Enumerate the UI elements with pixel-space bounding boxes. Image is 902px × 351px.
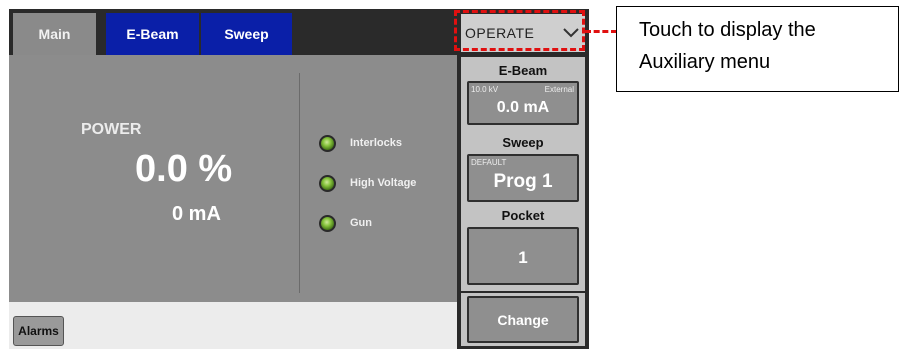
indicator-label: Gun xyxy=(350,217,372,229)
annotation-callout: Touch to display the Auxiliary menu xyxy=(616,6,899,92)
tab-ebeam[interactable]: E-Beam xyxy=(106,13,199,55)
ebeam-section-title: E-Beam xyxy=(498,63,548,78)
controller-screen: Main E-Beam Sweep POWER 0.0 % 0 mA Inter… xyxy=(9,9,589,349)
ebeam-mode: External xyxy=(544,85,574,94)
status-led-icon xyxy=(319,214,336,232)
sweep-program-value: Prog 1 xyxy=(493,171,553,192)
power-current-value: 0 mA xyxy=(172,203,221,225)
main-panel: POWER 0.0 % 0 mA Interlocks High Voltage… xyxy=(9,55,457,302)
pocket-button[interactable]: 1 xyxy=(467,227,579,285)
callout-line-2: Auxiliary menu xyxy=(639,51,771,73)
callout-connector xyxy=(585,30,617,33)
ebeam-kv: 10.0 kV xyxy=(471,85,499,94)
callout-line-1: Touch to display the xyxy=(639,19,816,41)
alarms-button[interactable]: Alarms xyxy=(13,316,64,346)
change-label: Change xyxy=(497,312,549,328)
power-percent-value: 0.0 % xyxy=(135,148,233,190)
right-column: OPERATE E-Beam 10.0 kV External 0.0 mA S… xyxy=(457,9,589,349)
indicator-label: High Voltage xyxy=(350,177,417,189)
change-panel: Change xyxy=(461,293,585,346)
ebeam-current-value: 0.0 mA xyxy=(496,99,550,116)
pocket-section-title: Pocket xyxy=(501,208,545,223)
indicator-high-voltage: High Voltage xyxy=(319,173,416,193)
pocket-value: 1 xyxy=(518,248,528,267)
change-button[interactable]: Change xyxy=(467,296,579,343)
panel-divider xyxy=(299,73,300,293)
sweep-section-title: Sweep xyxy=(502,135,544,150)
tab-sweep[interactable]: Sweep xyxy=(201,13,292,55)
status-bar: Alarms xyxy=(9,302,457,349)
status-led-icon xyxy=(319,174,336,192)
ebeam-current-button[interactable]: 10.0 kV External 0.0 mA xyxy=(467,81,579,125)
indicator-interlocks: Interlocks xyxy=(319,133,402,153)
tab-bar: Main E-Beam Sweep xyxy=(9,9,457,55)
power-label: POWER xyxy=(81,121,142,138)
sweep-preset: DEFAULT xyxy=(471,158,507,167)
sweep-program-button[interactable]: DEFAULT Prog 1 xyxy=(467,154,579,202)
status-led-icon xyxy=(319,134,336,152)
indicator-label: Interlocks xyxy=(350,137,402,149)
tab-main[interactable]: Main xyxy=(13,13,96,55)
control-panel: E-Beam 10.0 kV External 0.0 mA Sweep DEF… xyxy=(461,57,585,291)
operate-highlight-box xyxy=(454,10,585,51)
indicator-gun: Gun xyxy=(319,213,372,233)
